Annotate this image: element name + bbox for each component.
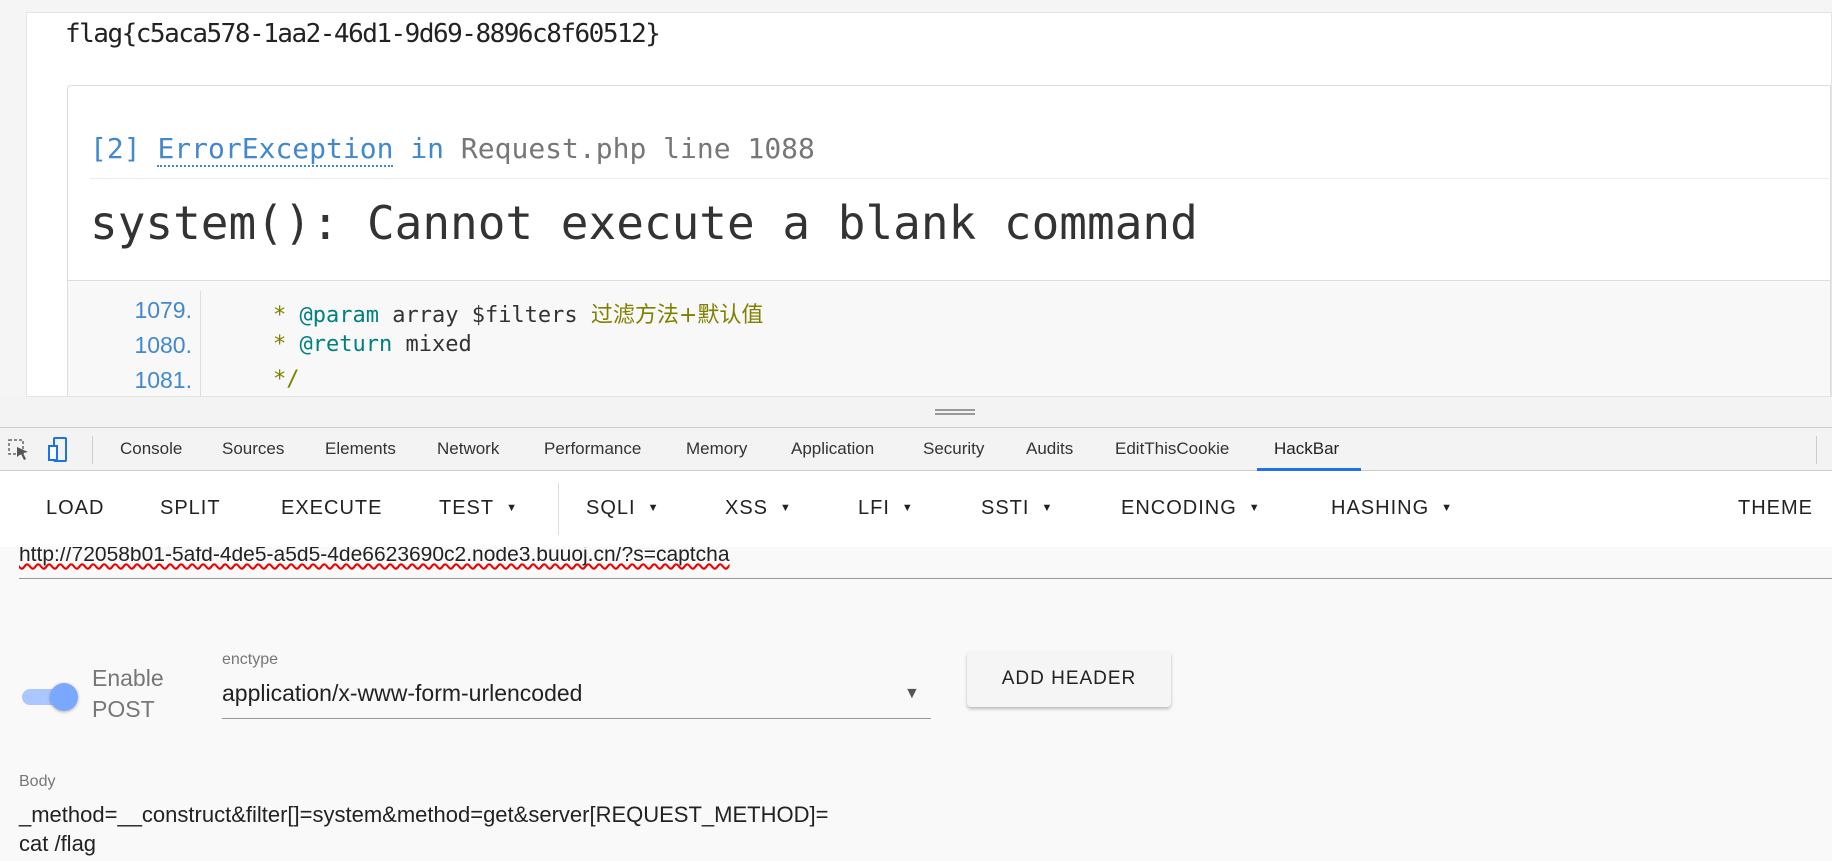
error-title: [2] ErrorException in Request.php line 1… [90, 132, 815, 167]
code-line: */ [273, 367, 300, 392]
code-line: * @param array $filters 过滤方法+默认值 [273, 303, 764, 328]
grip-icon [935, 409, 975, 415]
tab-audits[interactable]: Audits [1026, 439, 1073, 459]
line-number: 1079. [134, 297, 192, 323]
error-message: system(): Cannot execute a blank command [90, 196, 1198, 250]
divider [1816, 436, 1817, 464]
page-content: flag{c5aca578-1aa2-46d1-9d69-8896c8f6051… [26, 12, 1832, 397]
inspect-element-icon[interactable] [8, 439, 30, 461]
theme-button[interactable]: THEME [1738, 497, 1813, 520]
device-toolbar-icon[interactable] [48, 437, 68, 463]
tab-sources[interactable]: Sources [222, 439, 284, 459]
caret-down-icon: ▼ [780, 502, 792, 514]
url-input[interactable]: http://72058b01-5afd-4de5-a5d5-4de662369… [19, 547, 730, 567]
error-file: Request.php line 1088 [460, 132, 815, 165]
line-number: 1081. [134, 367, 192, 393]
code-line: * @return mixed [273, 332, 472, 357]
encoding-menu[interactable]: ENCODING ▼ [1121, 497, 1261, 520]
divider [92, 436, 93, 464]
divider [558, 483, 559, 535]
lfi-menu[interactable]: LFI ▼ [858, 497, 914, 520]
error-index: [2] [90, 132, 141, 165]
caret-down-icon: ▼ [1441, 502, 1454, 514]
devtools-resize-handle[interactable] [0, 397, 1832, 427]
error-card: [2] ErrorException in Request.php line 1… [67, 85, 1831, 396]
enctype-label: enctype [222, 651, 279, 668]
error-type-link[interactable]: ErrorException [157, 132, 394, 167]
tab-hackbar[interactable]: HackBar [1274, 439, 1339, 459]
tab-network[interactable]: Network [437, 439, 499, 459]
hackbar-panel: http://72058b01-5afd-4de5-a5d5-4de662369… [0, 547, 1832, 861]
caret-down-icon: ▼ [647, 502, 660, 514]
add-header-button[interactable]: ADD HEADER [967, 651, 1171, 707]
enable-post-label: Enable POST [92, 665, 164, 722]
body-label: Body [19, 773, 56, 790]
tab-editthiscookie[interactable]: EditThisCookie [1115, 439, 1229, 459]
load-button[interactable]: LOAD [46, 497, 104, 520]
body-input[interactable]: _method=__construct&filter[]=system&meth… [19, 800, 828, 858]
enctype-underline [222, 718, 931, 719]
caret-down-icon: ▼ [1041, 502, 1054, 514]
tab-application[interactable]: Application [791, 439, 874, 459]
test-menu[interactable]: TEST ▼ [439, 497, 518, 520]
dropdown-arrow-icon[interactable]: ▼ [904, 685, 920, 703]
devtools-tab-bar: Console Sources Elements Network Perform… [0, 427, 1832, 471]
caret-down-icon: ▼ [1248, 502, 1261, 514]
tab-performance[interactable]: Performance [544, 439, 641, 459]
code-block: 1079. * @param array $filters 过滤方法+默认值 1… [68, 280, 1830, 396]
flag-output: flag{c5aca578-1aa2-46d1-9d69-8896c8f6051… [65, 19, 661, 49]
xss-menu[interactable]: XSS ▼ [725, 497, 792, 520]
tab-security[interactable]: Security [923, 439, 984, 459]
url-underline [19, 578, 1832, 579]
tab-elements[interactable]: Elements [325, 439, 396, 459]
execute-button[interactable]: EXECUTE [281, 497, 382, 520]
sqli-menu[interactable]: SQLI ▼ [586, 497, 659, 520]
enable-post-toggle[interactable] [22, 683, 78, 711]
caret-down-icon: ▼ [901, 502, 914, 514]
hackbar-toolbar: LOAD SPLIT EXECUTE TEST ▼ SQLI ▼ XSS ▼ LFI ▼… [0, 471, 1832, 547]
divider [90, 178, 1830, 179]
enctype-select[interactable]: application/x-www-form-urlencoded [222, 680, 582, 707]
hashing-menu[interactable]: HASHING ▼ [1331, 497, 1453, 520]
split-button[interactable]: SPLIT [160, 497, 221, 520]
tab-memory[interactable]: Memory [686, 439, 747, 459]
error-in: in [410, 132, 445, 165]
gutter-divider [200, 291, 201, 396]
tab-console[interactable]: Console [120, 439, 182, 459]
caret-down-icon: ▼ [506, 502, 519, 514]
ssti-menu[interactable]: SSTI ▼ [981, 497, 1053, 520]
line-number: 1080. [134, 332, 192, 358]
